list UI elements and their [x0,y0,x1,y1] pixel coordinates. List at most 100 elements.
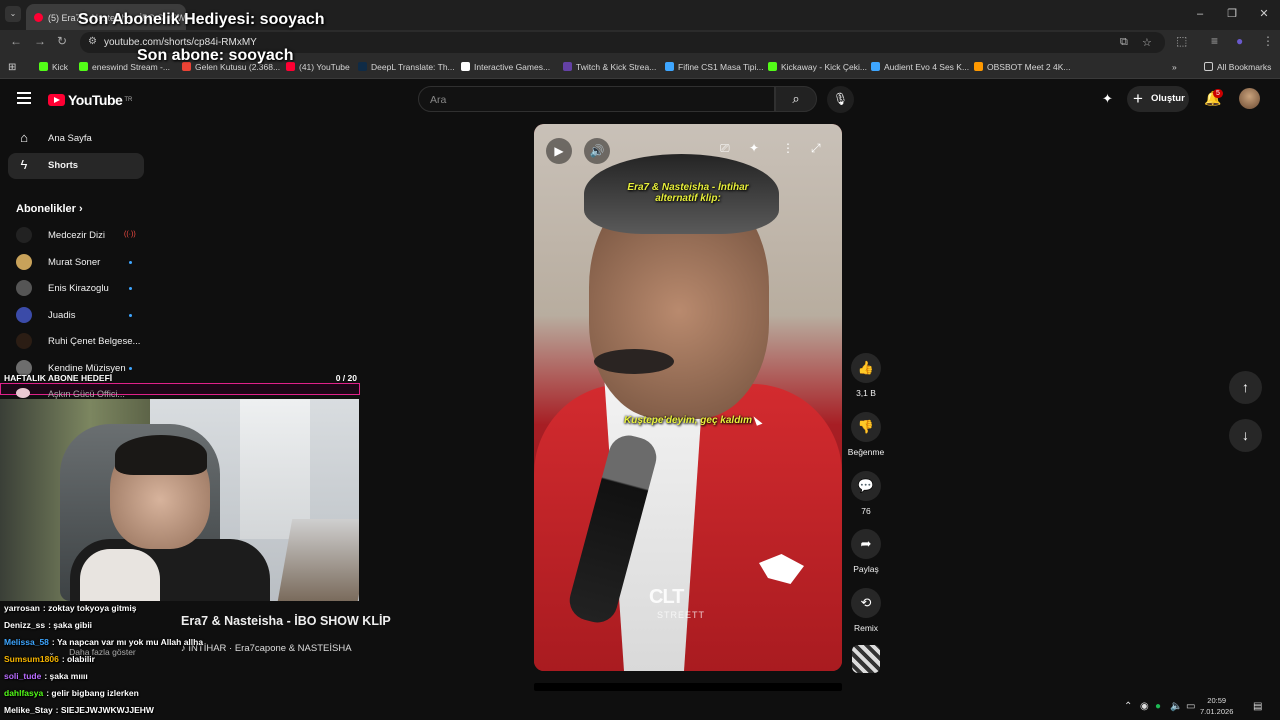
youtube-logo[interactable]: YouTube TR [48,91,132,109]
sidebar-subscription[interactable]: Murat Soner [16,250,146,274]
youtube-play-icon [48,94,65,106]
bookmark-item[interactable]: Audient Evo 4 Ses K... [871,62,969,72]
notifications-tray-icon[interactable]: ▤ [1253,701,1262,712]
bookmark-item[interactable]: Kickaway - Kick Çeki... [768,62,867,72]
settings-icon[interactable]: ✦ [749,141,759,155]
short-title[interactable]: Era7 & Nasteisha - İBO SHOW KLİP [181,614,391,628]
share-icon: ➦ [851,529,881,559]
restore-icon[interactable]: ❐ [1216,0,1248,30]
volume-icon[interactable]: 🔊 [584,138,610,164]
media-icon[interactable]: ≡ [1211,34,1218,48]
sidebar-item-home[interactable]: ⌂ Ana Sayfa [8,126,144,152]
sidebar-subscription[interactable]: Medcezir Dizi ((·)) [16,223,146,247]
extensions-icon[interactable]: ⬚ [1176,34,1187,48]
taskbar-clock[interactable]: 20:59 7.01.2026 [1200,695,1233,717]
chat-message: yarrosan: zoktay tokyoya gitmiş [4,603,137,613]
video-watermark: CLT [649,586,684,608]
tray-chevron-icon[interactable]: ⌃ [1124,701,1132,712]
more-bookmarks-icon[interactable]: » [1172,62,1177,72]
video-watermark-sub: STREETT [657,610,706,620]
channel-avatar [16,333,32,349]
subscriptions-header[interactable]: Abonelikler › [16,203,83,215]
channel-avatar [16,227,32,243]
bookmark-item[interactable]: DeepL Translate: Th... [358,62,455,72]
sidebar-item-shorts[interactable]: ϟ Shorts [8,153,144,179]
all-bookmarks[interactable]: All Bookmarks [1204,62,1271,72]
remix-icon: ⟲ [851,588,881,618]
thumbs-up-icon: 👍 [851,353,881,383]
chat-message: Denizz_ss: şaka gibii [4,620,93,630]
chat-message: soli_tude: şaka mıııı [4,671,88,681]
account-avatar[interactable] [1239,88,1260,109]
youtube-favicon-icon [34,13,43,22]
comment-icon: 💬 [851,471,881,501]
guide-menu-icon[interactable] [17,92,31,104]
bookmark-item[interactable]: Twitch & Kick Strea... [563,62,656,72]
live-icon: ((·)) [124,231,136,238]
reload-icon[interactable]: ↻ [57,34,67,48]
shorts-icon: ϟ [20,157,28,172]
dislike-button[interactable]: 👎 Beğenme [846,412,886,457]
next-short-button[interactable]: ↓ [1229,419,1262,452]
search-input[interactable]: Ara [418,86,775,112]
previous-short-button[interactable]: ↑ [1229,371,1262,404]
last-sub-overlay: Son abone: sooyach [137,47,294,64]
close-window-icon[interactable]: ✕ [1248,0,1280,30]
gemini-icon[interactable]: ✦ [1102,91,1113,107]
spotify-icon[interactable]: ● [1155,701,1161,712]
new-content-dot [129,314,132,317]
network-icon[interactable]: ▭ [1186,701,1195,712]
discord-icon[interactable]: ◉ [1140,701,1149,712]
back-icon[interactable]: ← [10,34,22,48]
voice-search-icon[interactable]: 🎙 [827,86,854,113]
profile-icon[interactable]: ● [1236,34,1243,48]
chat-message: dahlfasya: gelir bigbang izlerken [4,688,139,698]
forward-icon[interactable]: → [34,34,46,48]
install-app-icon[interactable]: ⧉ [1120,36,1128,49]
share-button[interactable]: ➦ Paylaş [846,529,886,574]
chat-message: Melissa_58: Ya napcan var mı yok mu Alla… [4,637,204,647]
video-caption-top: Era7 & Nasteisha - İntihar alternatif kl… [627,182,749,204]
fullscreen-icon[interactable]: ⤢ [811,141,821,156]
notification-badge: 5 [1213,89,1223,98]
new-content-dot [129,287,132,290]
video-caption-mid: Kuştepe'deyim, geç kaldım [624,415,752,426]
search-button[interactable]: ⌕ [775,86,817,112]
more-options-icon[interactable]: ⋮ [782,141,794,155]
comments-button[interactable]: 💬 76 [846,471,886,516]
bookmark-star-icon[interactable]: ☆ [1142,36,1152,49]
bookmark-item[interactable]: (41) YouTube [286,62,350,72]
sidebar-subscription-hidden[interactable]: Aşkın Gücü Offici... [16,388,125,399]
bookmark-item[interactable]: Fifine CS1 Masa Tipi... [665,62,764,72]
sidebar-subscription[interactable]: Juadis [16,303,146,327]
bookmark-item[interactable]: Kick [39,62,68,72]
menu-icon[interactable]: ⋮ [1262,34,1274,48]
new-content-dot [129,261,132,264]
apps-icon[interactable]: ⊞ [8,62,16,73]
webcam-door [240,399,310,539]
short-video-player[interactable]: CLT STREETT Era7 & Nasteisha - İntihar a… [534,124,842,671]
channel-avatar [16,254,32,270]
bookmark-item[interactable]: OBSBOT Meet 2 4K... [974,62,1070,72]
webcam-overlay [0,399,359,601]
sidebar-subscription[interactable]: Enis Kirazoglu [16,276,146,300]
site-info-icon[interactable]: ⚙ [88,36,97,47]
subscriber-goal-overlay: Aşkın Gücü Offici... HAFTALIK ABONE HEDE… [0,370,360,399]
speaker-icon[interactable]: 🔈 [1170,701,1182,712]
remix-button[interactable]: ⟲ Remix [846,588,886,633]
minimize-icon[interactable]: – [1184,0,1216,30]
bookmark-item[interactable]: Interactive Games... [461,62,550,72]
like-button[interactable]: 👍 3,1 B [846,353,886,398]
youtube-masthead: YouTube TR Ara ⌕ 🎙 ✦ + Oluştur 🔔 5 [0,80,1280,120]
tab-search-icon[interactable]: ⌄ [5,6,21,22]
play-icon[interactable]: ▶ [546,138,572,164]
video-mustache [594,349,674,374]
create-button[interactable]: + Oluştur [1127,86,1189,112]
sidebar-subscription[interactable]: Ruhi Çenet Belgese... [16,329,146,353]
chat-message: Melike_Stay: SIEJEJWJWKWJJEHW [4,705,154,715]
short-sound[interactable]: ♪ İNTİHAR · Era7capone & NASTEİSHA [181,643,352,654]
next-short-preview [534,683,842,691]
captions-icon[interactable]: ⎚ [720,141,730,156]
sound-thumbnail[interactable] [852,645,880,673]
thumbs-down-icon: 👎 [851,412,881,442]
